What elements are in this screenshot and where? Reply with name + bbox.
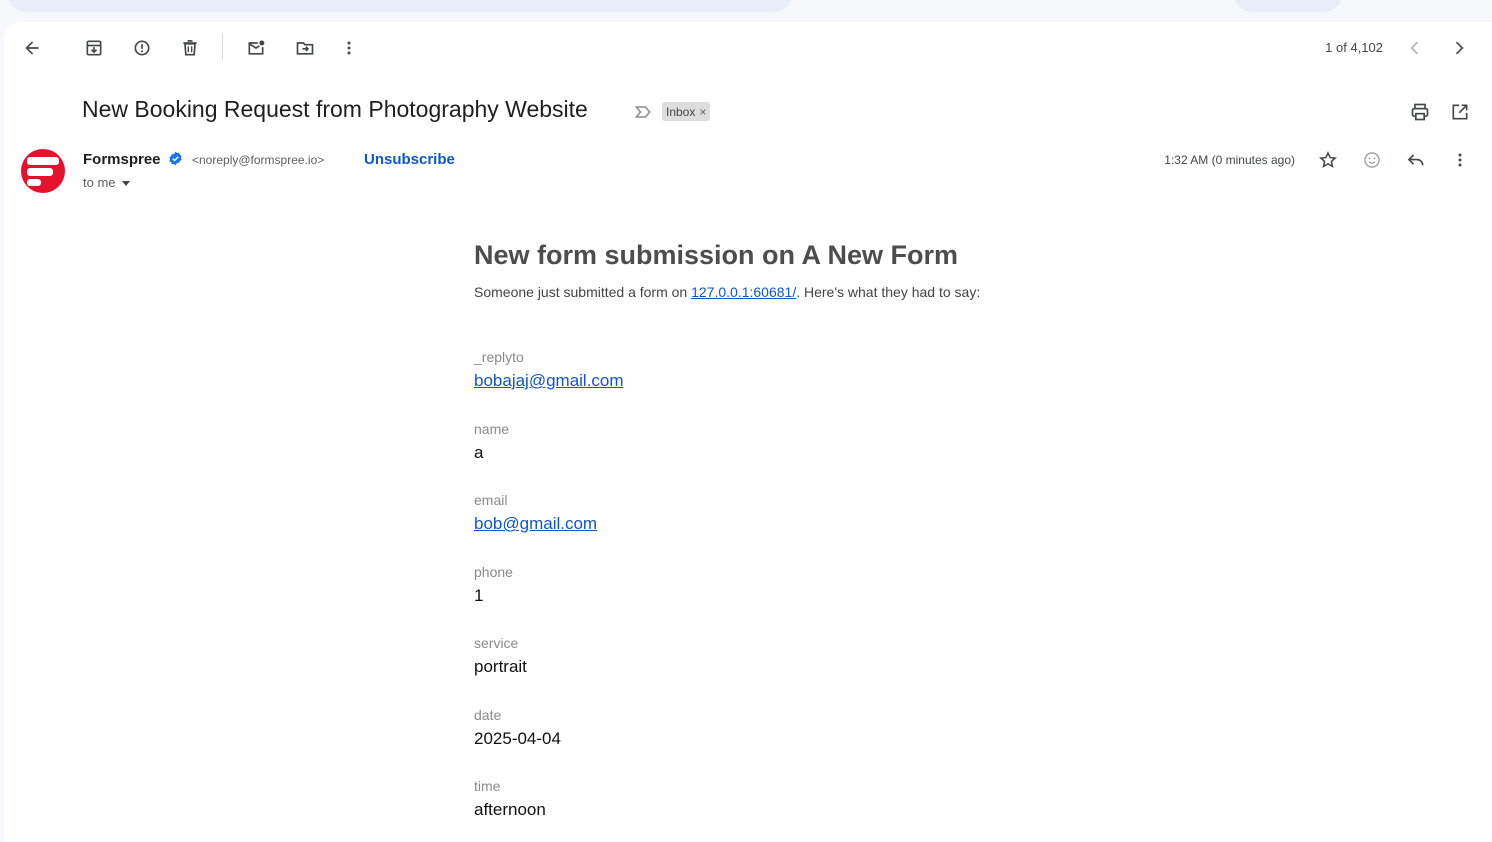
message-more-icon[interactable] <box>1444 144 1476 176</box>
open-new-window-icon[interactable] <box>1444 96 1476 128</box>
chevron-down-icon <box>121 181 130 186</box>
pager-count: 1 of 4,102 <box>1325 40 1383 55</box>
recipients-toggle[interactable]: to me <box>83 175 130 190</box>
sender-name[interactable]: Formspree <box>83 151 161 168</box>
archive-icon[interactable] <box>78 32 110 64</box>
form-field: date 2025-04-04 <box>474 707 561 749</box>
mark-unread-icon[interactable] <box>240 32 272 64</box>
back-icon[interactable] <box>16 32 48 64</box>
unsubscribe-link[interactable]: Unsubscribe <box>364 151 455 168</box>
importance-marker-icon[interactable] <box>627 96 659 128</box>
reply-icon[interactable] <box>1400 144 1432 176</box>
newer-icon[interactable] <box>1399 32 1431 64</box>
message-intro: Someone just submitted a form on 127.0.0… <box>474 284 980 300</box>
trash-icon[interactable] <box>174 32 206 64</box>
field-value: 2025-04-04 <box>474 729 561 748</box>
field-value: portrait <box>474 657 527 676</box>
form-field: service portrait <box>474 635 527 677</box>
report-spam-icon[interactable] <box>126 32 158 64</box>
field-name: phone <box>474 564 513 580</box>
search-bar[interactable] <box>8 0 792 12</box>
form-field: _replyto bobajaj@gmail.com <box>474 349 624 391</box>
verified-badge-icon <box>169 151 182 166</box>
field-name: email <box>474 492 508 508</box>
header-pill[interactable] <box>1234 0 1342 12</box>
intro-text-before: Someone just submitted a form on <box>474 284 692 300</box>
label-text: Inbox <box>666 104 696 119</box>
field-name: _replyto <box>474 349 524 365</box>
emoji-reaction-icon[interactable] <box>1356 144 1388 176</box>
older-icon[interactable] <box>1443 32 1475 64</box>
field-name: name <box>474 421 510 437</box>
recipients-text: to me <box>83 175 116 190</box>
email-timestamp: 1:32 AM (0 minutes ago) <box>1164 153 1295 167</box>
field-name: time <box>474 778 501 794</box>
message-heading: New form submission on A New Form <box>474 240 959 270</box>
email-view <box>4 22 1492 842</box>
top-strip <box>0 0 1492 22</box>
email-subject: New Booking Request from Photography Web… <box>82 96 588 122</box>
field-name: service <box>474 635 519 651</box>
source-url-link[interactable]: 127.0.0.1:60681/ <box>691 284 796 300</box>
print-icon[interactable] <box>1404 96 1436 128</box>
form-field: phone 1 <box>474 564 513 606</box>
form-field: name a <box>474 421 509 463</box>
star-icon[interactable] <box>1312 144 1344 176</box>
field-value: 1 <box>474 586 484 605</box>
sender-avatar[interactable] <box>21 149 65 193</box>
inbox-label-chip[interactable]: Inbox × <box>662 102 711 121</box>
move-to-icon[interactable] <box>289 32 321 64</box>
field-value: a <box>474 443 484 462</box>
sender-address: <noreply@formspree.io> <box>192 153 325 167</box>
intro-text-after: . Here's what they had to say: <box>796 284 981 300</box>
remove-label-icon[interactable]: × <box>699 105 706 119</box>
field-name: date <box>474 707 502 723</box>
form-field: email bob@gmail.com <box>474 492 597 534</box>
toolbar-divider <box>222 34 223 60</box>
field-value: afternoon <box>474 800 546 819</box>
more-vertical-icon[interactable] <box>333 32 365 64</box>
form-field: time afternoon <box>474 778 546 820</box>
field-value-link[interactable]: bobajaj@gmail.com <box>474 371 624 391</box>
field-value-link[interactable]: bob@gmail.com <box>474 514 597 534</box>
